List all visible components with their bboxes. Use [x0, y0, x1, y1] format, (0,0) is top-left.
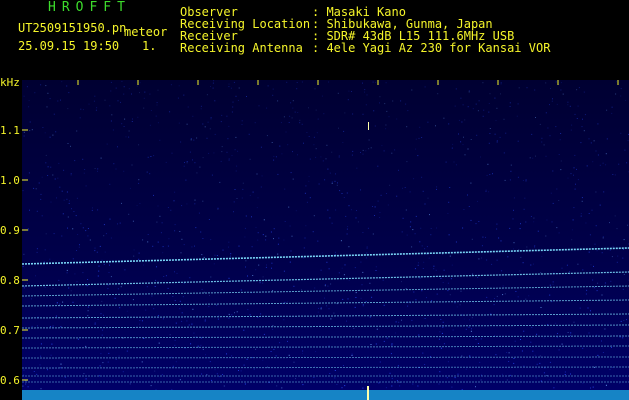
date-time: 25.09.15 19:50: [18, 39, 120, 53]
y-tick-label: 1.0: [0, 174, 20, 187]
antenna-value: : 4ele Yagi Az 230 for Kansai VOR: [312, 41, 551, 55]
spectrogram-plot: [22, 80, 629, 400]
y-tick-label: 0.8: [0, 274, 20, 287]
meteor-echo-dot: [368, 122, 369, 130]
y-tick-label: 0.6: [0, 374, 20, 387]
file-name: UT2509151950.pn: [18, 21, 127, 35]
y-axis-unit: kHz: [0, 76, 20, 89]
app-logo: HROFFT: [48, 0, 131, 15]
y-tick-label: 0.9: [0, 224, 20, 237]
noise-floor-band: [22, 390, 629, 400]
y-tick-label: 1.1: [0, 124, 20, 137]
meteor-echo-spike: [367, 386, 369, 400]
header: HROFFT UT2509151950.pn meteor 25.09.15 1…: [0, 0, 629, 80]
mode-label: meteor: [124, 25, 168, 39]
y-tick-label: 0.7: [0, 324, 20, 337]
page-number: 1.: [142, 39, 157, 53]
antenna-label: Receiving Antenna: [180, 41, 303, 55]
